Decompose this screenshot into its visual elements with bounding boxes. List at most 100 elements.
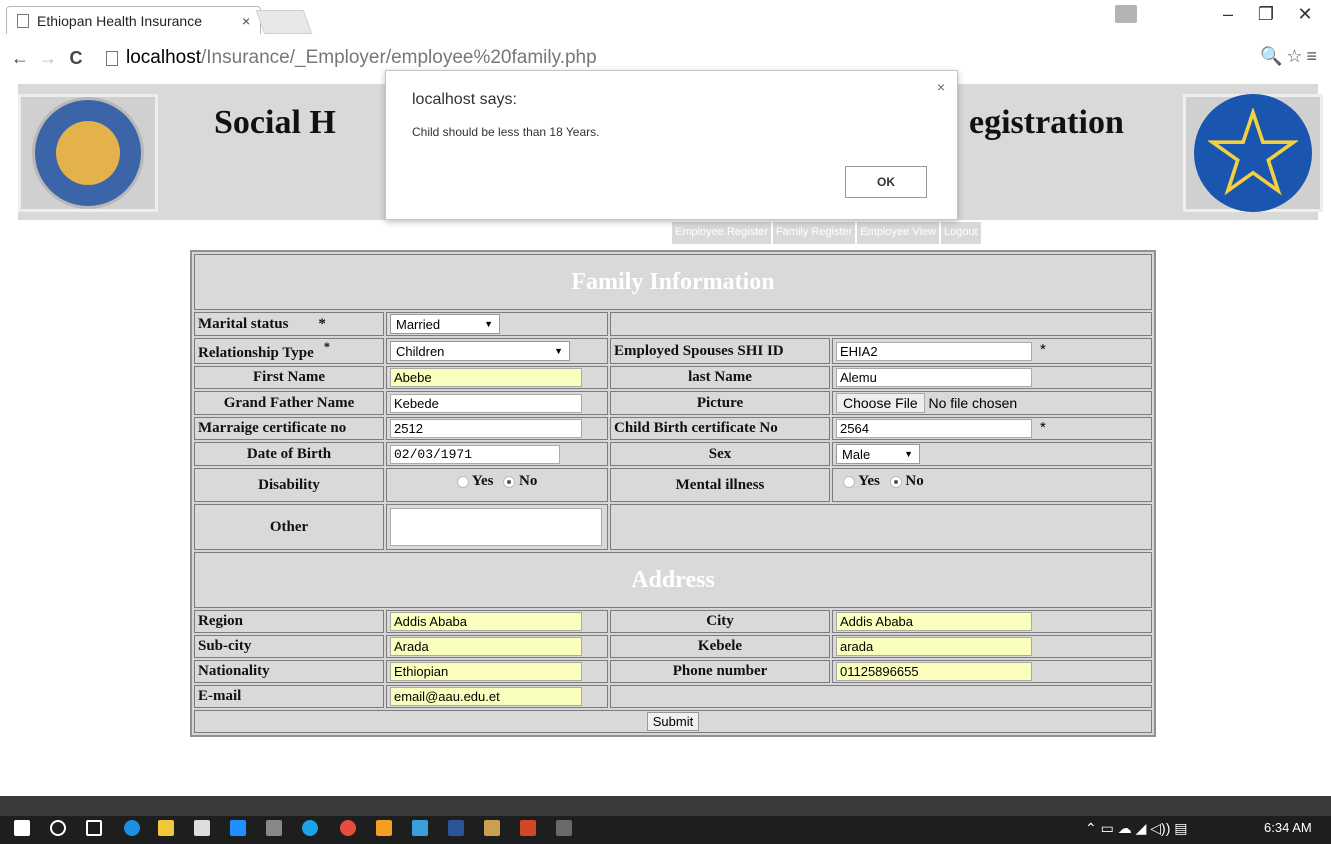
first-name-input[interactable]: Abebe [390,368,582,387]
marital-status-select[interactable]: Married ▼ [390,314,500,334]
search-icon[interactable] [50,820,66,836]
sub-city-input[interactable]: Arada [390,637,582,657]
clock: 6:34 AM [1264,820,1312,835]
file-status-text: No file chosen [928,395,1018,411]
mental-illness-yes-radio[interactable] [843,475,855,488]
disability-yes-radio[interactable] [456,475,469,488]
insurance-logo [18,94,158,212]
dropdown-arrow-icon: ▼ [904,449,913,460]
word-icon[interactable] [448,820,464,836]
mental-illness-no-radio[interactable] [889,475,902,488]
employed-spouse-id-input[interactable]: EHIA2 [836,341,1032,361]
date-of-birth-input[interactable]: 02/03/1971 [390,444,560,464]
browser-tab[interactable]: Ethiopan Health Insurance × [6,6,261,34]
edge-icon[interactable] [124,820,140,836]
windows-taskbar: ⌃ ▭ ☁ ◢ ◁)) ▤ 6:34 AM [0,796,1331,844]
powerpoint-icon[interactable] [520,820,536,836]
dialog-close-icon[interactable]: × [937,79,945,95]
ethiopia-emblem-logo [1183,94,1323,212]
top-menu: Employee Register Family Register Employ… [672,222,983,244]
child-birth-certificate-input[interactable]: 2564 [836,419,1032,439]
file-explorer-icon[interactable] [158,820,174,836]
url-host: localhost [126,47,201,68]
ok-button[interactable]: OK [845,166,927,198]
email-label: E-mail [194,685,384,709]
banner-title-right: egistration [969,104,1124,141]
forward-button[interactable]: → [34,48,62,69]
close-window-button[interactable]: ✕ [1287,4,1323,25]
back-button[interactable]: ← [6,48,34,69]
alert-dialog: × localhost says: Child should be less t… [385,70,958,220]
profile-icon[interactable] [1115,5,1137,23]
page-info-icon[interactable] [106,50,118,66]
task-view-icon[interactable] [86,820,102,836]
region-label: Region [194,610,384,634]
child-birth-certificate-label: Child Birth certificate No [610,417,830,441]
marriage-certificate-label: Marraige certificate no [194,417,384,441]
employed-spouse-id-label: Employed Spouses SHI ID [610,338,830,364]
dropdown-arrow-icon: ▼ [484,319,493,329]
city-label: City [610,610,830,634]
first-name-label: First Name [194,366,384,389]
tab-title: Ethiopan Health Insurance [37,12,202,29]
submit-button[interactable]: Submit [646,712,700,732]
email-input[interactable]: email@aau.edu.et [390,687,582,707]
nationality-input[interactable]: Ethiopian [390,662,582,682]
skype-icon[interactable] [302,820,318,836]
nationality-label: Nationality [194,660,384,684]
relationship-type-label: Relationship Type * [194,338,384,364]
last-name-input[interactable]: Alemu [836,368,1032,387]
kebele-input[interactable]: arada [836,637,1032,657]
region-input[interactable]: Addis Ababa [390,612,582,632]
other-label: Other [194,504,384,551]
dialog-message: Child should be less than 18 Years. [412,125,600,139]
sub-city-label: Sub-city [194,635,384,659]
grand-father-name-input[interactable]: Kebede [390,393,582,413]
app-icon[interactable] [556,820,572,836]
marital-status-label: Marital status * [194,312,384,336]
disability-no-radio[interactable] [503,475,516,488]
tab-bar: Ethiopan Health Insurance × – ❐ ✕ [0,0,1331,38]
menu-logout[interactable]: Logout [941,222,983,244]
menu-employee-register[interactable]: Employee Register [672,222,773,244]
last-name-label: last Name [610,366,830,389]
paint-icon[interactable] [484,820,500,836]
toolbar-icons[interactable]: 🔍☆≡ [1260,46,1321,67]
relationship-type-select[interactable]: Children ▼ [390,341,570,361]
family-form: Family Information Marital status * Marri… [190,250,1156,738]
marriage-certificate-input[interactable]: 2512 [390,419,582,439]
store-icon[interactable] [194,820,210,836]
dropdown-arrow-icon: ▼ [554,346,563,356]
address-bar[interactable]: localhost /Insurance/_Employer/employee%… [106,45,1206,71]
menu-family-register[interactable]: Family Register [773,222,858,244]
other-textarea[interactable] [390,508,602,547]
vlc-icon[interactable] [376,820,392,836]
picture-label: Picture [610,391,830,415]
url-path: /Insurance/_Employer/employee%20family.p… [201,47,597,68]
dialog-title: localhost says: [412,91,517,108]
new-tab-button[interactable] [255,10,313,34]
disability-label: Disability [194,468,384,503]
star-emblem-icon [1194,94,1312,212]
banner-title-left: Social H [214,104,336,141]
reload-button[interactable]: C [62,48,90,69]
address-heading: Address [194,552,1152,609]
family-information-heading: Family Information [194,254,1152,310]
city-input[interactable]: Addis Ababa [836,612,1032,632]
sex-select[interactable]: Male ▼ [836,444,920,465]
phone-number-input[interactable]: 01125896655 [836,662,1032,682]
app-icon[interactable] [412,820,428,836]
menu-employee-view[interactable]: Employee View [857,222,941,244]
chrome-icon[interactable] [340,820,356,836]
insurance-seal-icon [32,97,144,209]
choose-file-button[interactable]: Choose File [836,393,925,413]
app-icon[interactable] [230,820,246,836]
restore-button[interactable]: ❐ [1248,4,1284,25]
date-of-birth-label: Date of Birth [194,442,384,467]
windows-start-icon[interactable] [14,820,30,836]
tray-icons[interactable]: ⌃ ▭ ☁ ◢ ◁)) ▤ [1085,820,1188,837]
sex-label: Sex [610,442,830,467]
minimize-button[interactable]: – [1210,4,1246,25]
film-icon[interactable] [266,820,282,836]
kebele-label: Kebele [610,635,830,659]
